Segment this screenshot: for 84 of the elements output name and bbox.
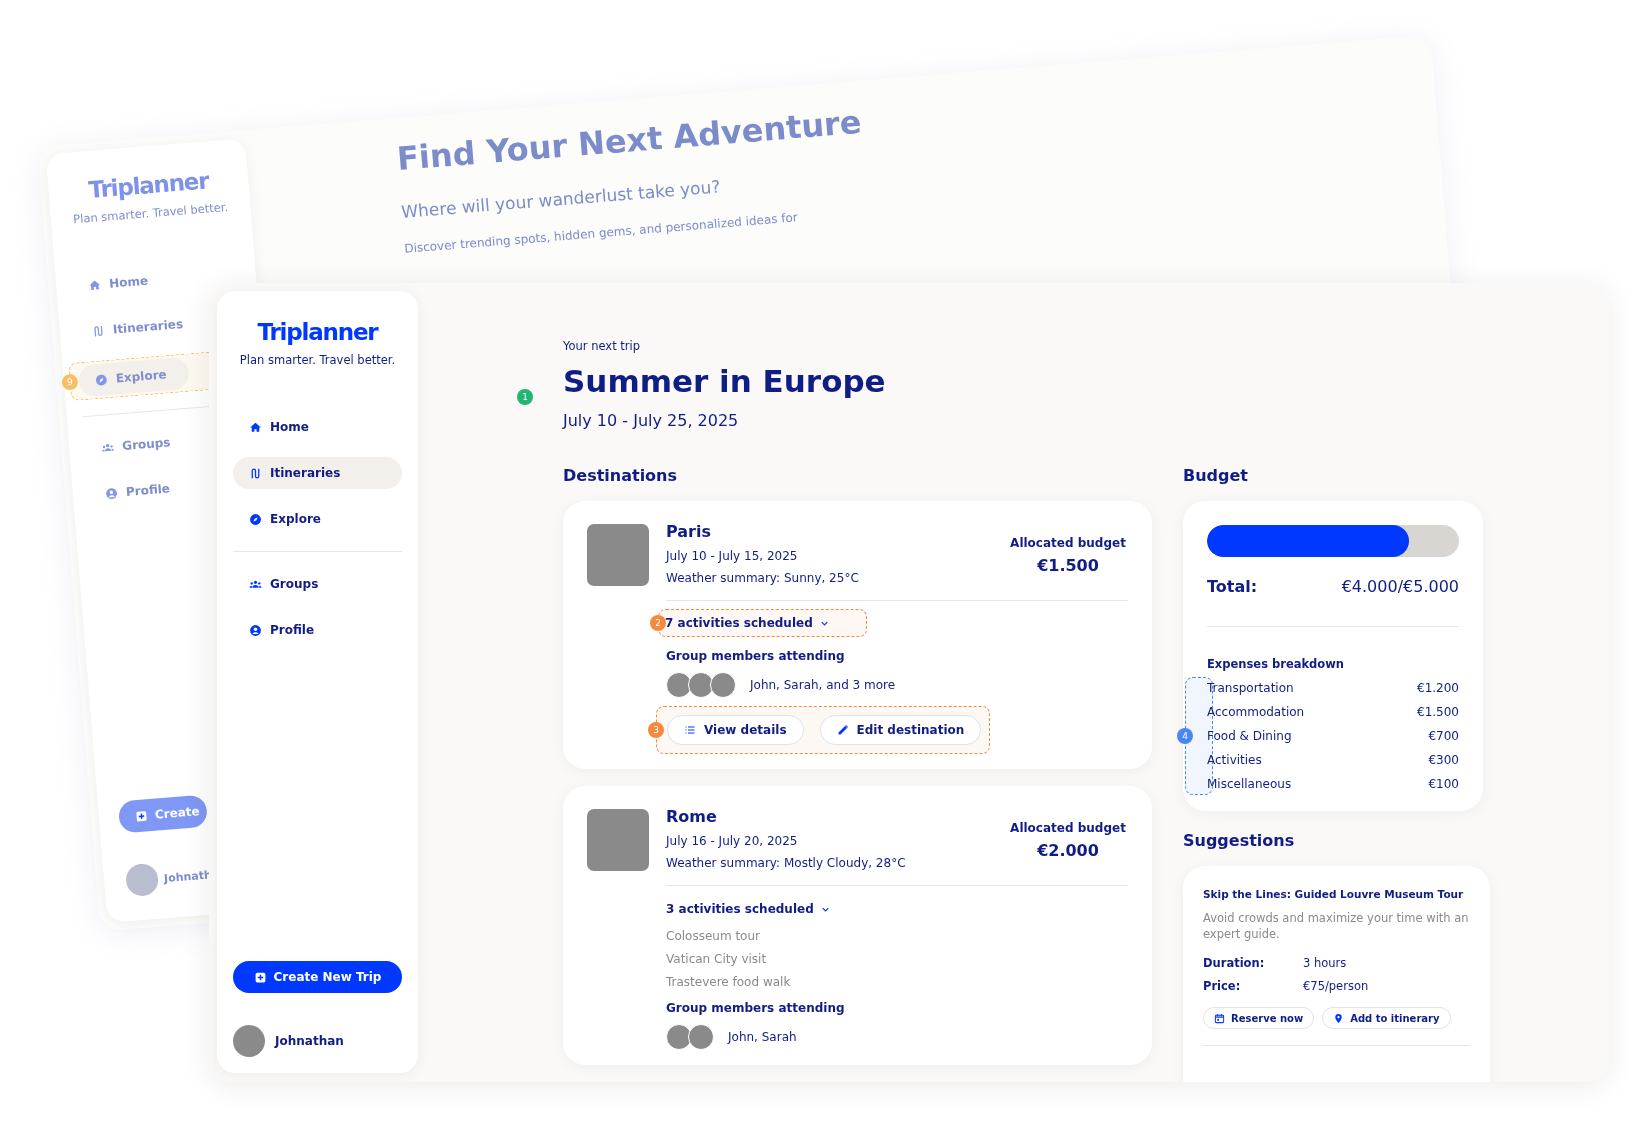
weather-summary: Weather summary: Sunny, 25°C bbox=[666, 571, 860, 585]
route-icon bbox=[91, 323, 106, 338]
expense-label: Miscellaneous bbox=[1207, 777, 1292, 791]
user-icon bbox=[249, 623, 262, 637]
detail-value: €75/person bbox=[1303, 979, 1370, 994]
member-avatar bbox=[710, 672, 736, 698]
map-pin-icon bbox=[1333, 1012, 1345, 1024]
details-button[interactable]: View details bbox=[667, 715, 804, 745]
members-label: Group members attending bbox=[666, 649, 846, 663]
members-label: Group members attending bbox=[666, 1001, 846, 1015]
member-names: John, Sarah bbox=[728, 1030, 797, 1044]
compass-icon bbox=[249, 512, 262, 526]
eyebrow-label: Your next trip bbox=[563, 339, 642, 353]
nav-item[interactable]: Profile bbox=[233, 614, 402, 646]
nav-item[interactable]: Itineraries bbox=[233, 457, 402, 489]
member-avatar bbox=[666, 1024, 692, 1050]
expense-amount: €1.500 bbox=[1417, 705, 1459, 719]
calendar-icon bbox=[1214, 1012, 1225, 1024]
expense-label: Food & Dining bbox=[1207, 729, 1292, 743]
trip-dates: July 10 - July 25, 2025 bbox=[563, 411, 740, 430]
expense-amount: €700 bbox=[1428, 729, 1459, 743]
plus-icon bbox=[253, 970, 267, 984]
suggestion-description: Avoid crowds and maximize your time with an expert guide. bbox=[1203, 910, 1470, 943]
plus-icon bbox=[134, 808, 149, 823]
budget-label: Allocated budget bbox=[1009, 536, 1127, 550]
activity-item: Trastevere food walk bbox=[666, 975, 792, 989]
image-placeholder bbox=[587, 809, 649, 871]
weather-summary: Weather summary: Mostly Cloudy, 28°C bbox=[666, 856, 907, 870]
compass-icon bbox=[94, 372, 109, 387]
user-name: Johnathan bbox=[275, 1034, 344, 1048]
member-avatar bbox=[688, 1024, 714, 1050]
logo: Triplanner bbox=[256, 319, 379, 345]
destination-name: Rome bbox=[666, 807, 718, 826]
user-avatar bbox=[233, 1025, 265, 1057]
edit-button[interactable]: Edit destination bbox=[819, 715, 982, 745]
route-icon bbox=[249, 466, 262, 480]
nav-item[interactable]: Explore bbox=[233, 503, 402, 535]
expense-amount: €100 bbox=[1428, 777, 1459, 791]
user-icon bbox=[104, 486, 119, 501]
expense-label: Activities bbox=[1207, 753, 1262, 767]
pencil-icon bbox=[836, 724, 849, 736]
section-heading: Budget bbox=[1183, 466, 1249, 485]
annotation-number: 3 bbox=[648, 722, 664, 738]
expense-label: Accommodation bbox=[1207, 705, 1305, 719]
member-names: John, Sarah, and 3 more bbox=[750, 678, 896, 692]
total-value: €4.000/€5.000 bbox=[1341, 577, 1459, 596]
detail-value: 3 hours bbox=[1303, 956, 1348, 971]
destination-dates: July 16 - July 20, 2025 bbox=[666, 834, 799, 848]
add-to-itinerary-button[interactable]: Add to itinerary bbox=[1322, 1007, 1451, 1030]
image-placeholder bbox=[587, 524, 649, 586]
tagline: Plan smarter. Travel better. bbox=[238, 353, 397, 367]
list-icon bbox=[684, 724, 696, 736]
annotation-number: 2 bbox=[650, 615, 666, 631]
trip-title: Summer in Europe bbox=[563, 363, 887, 399]
expense-amount: €300 bbox=[1428, 753, 1459, 767]
suggestion-title: Skip the Lines: Guided Louvre Museum Tour bbox=[1203, 888, 1465, 900]
activities-toggle[interactable]: 3 activities scheduled bbox=[666, 902, 831, 916]
section-heading: Destinations bbox=[563, 466, 678, 485]
home-icon bbox=[249, 420, 262, 434]
create-trip-button[interactable]: Create New Trip bbox=[233, 961, 402, 993]
annotation-number: 1 bbox=[517, 389, 533, 405]
nav-item[interactable]: Groups bbox=[233, 568, 402, 600]
detail-label: Duration: bbox=[1203, 956, 1266, 971]
member-avatar bbox=[688, 672, 714, 698]
breakdown-heading: Expenses breakdown bbox=[1207, 657, 1346, 671]
expense-amount: €1.200 bbox=[1417, 681, 1459, 695]
budget-amount: €2.000 bbox=[1036, 841, 1100, 860]
destination-dates: July 10 - July 15, 2025 bbox=[666, 549, 799, 563]
reserve-button[interactable]: Reserve now bbox=[1203, 1007, 1315, 1030]
page-title: Find Your Next Adventure bbox=[395, 102, 863, 179]
nav-item[interactable]: Home bbox=[233, 411, 402, 443]
budget-label: Allocated budget bbox=[1009, 821, 1127, 835]
member-avatar bbox=[666, 672, 692, 698]
annotation-number: 4 bbox=[1177, 728, 1193, 744]
activity-item: Vatican City visit bbox=[666, 952, 768, 966]
activities-toggle[interactable]: 7 activities scheduled bbox=[665, 616, 830, 630]
total-label: Total: bbox=[1207, 577, 1258, 596]
section-heading: Suggestions bbox=[1183, 831, 1296, 850]
destination-name: Paris bbox=[666, 522, 712, 541]
annotation-number: 9 bbox=[61, 373, 79, 391]
expense-label: Transportation bbox=[1207, 681, 1294, 695]
budget-amount: €1.500 bbox=[1036, 556, 1100, 575]
activity-item: Colosseum tour bbox=[666, 929, 761, 943]
detail-label: Price: bbox=[1203, 979, 1242, 994]
